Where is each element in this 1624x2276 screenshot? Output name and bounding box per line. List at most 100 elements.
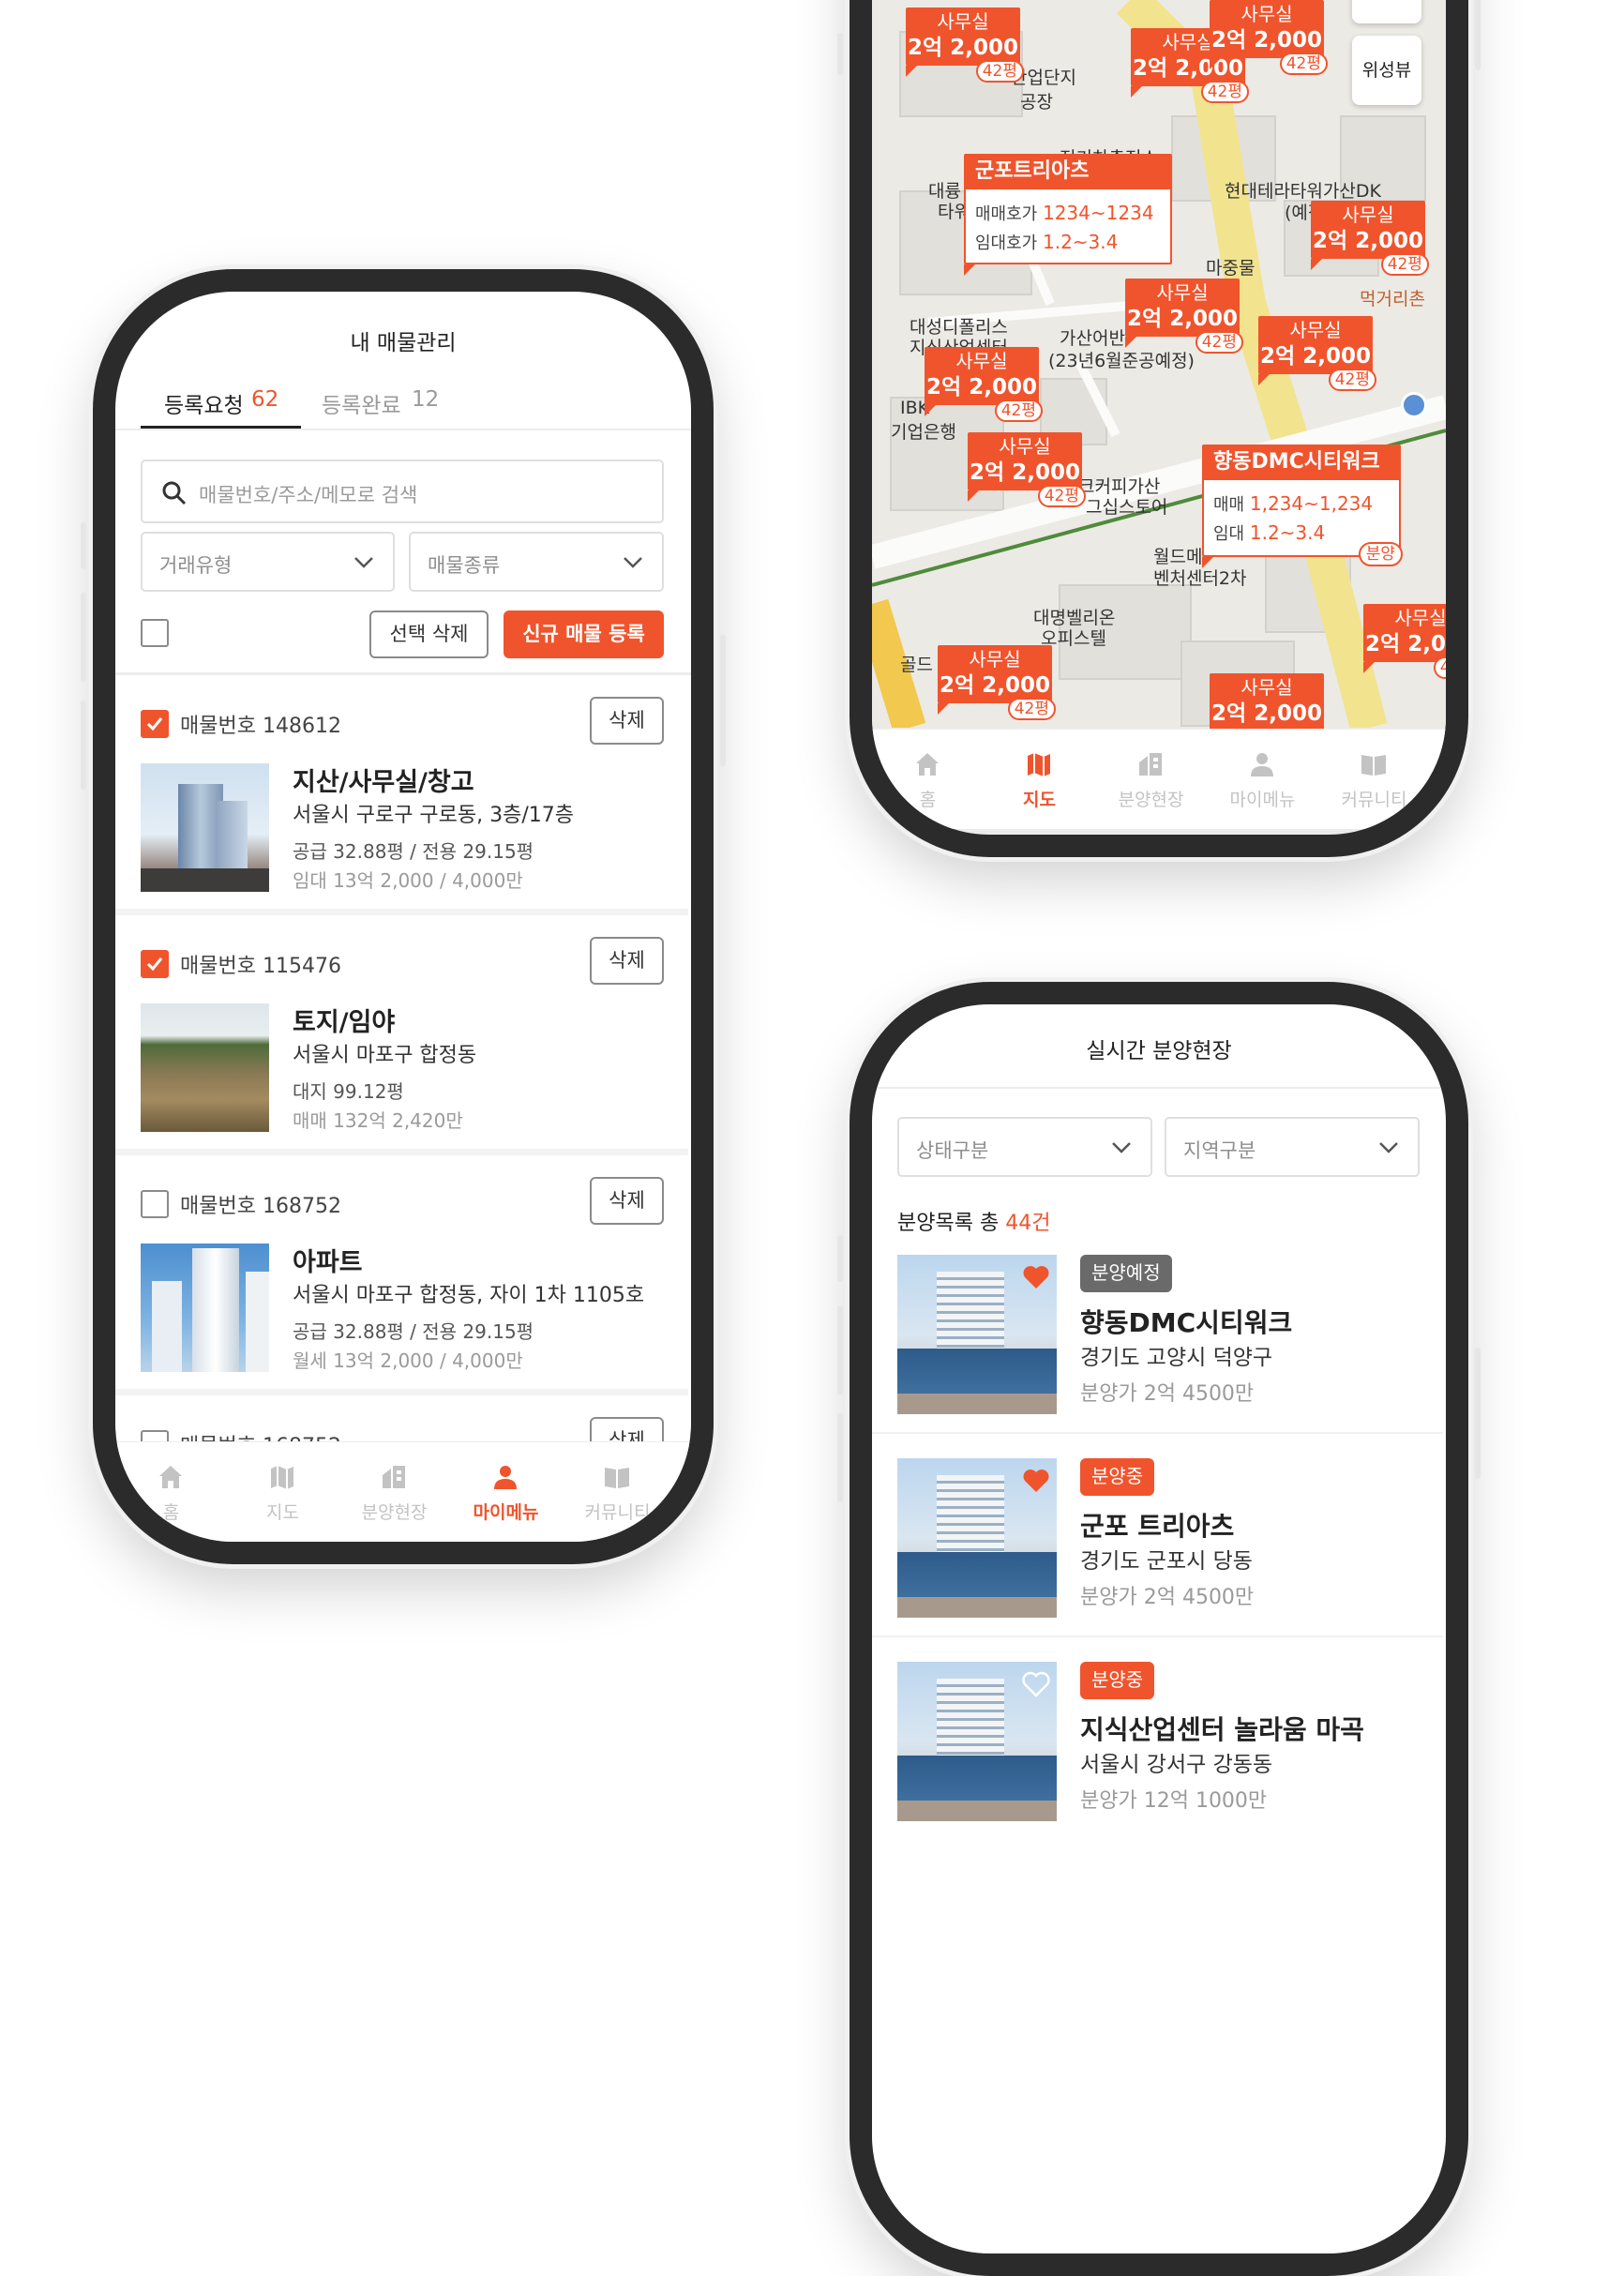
presale-item[interactable]: 분양중 지식산업센터 놀라움 마곡 서울시 강서구 강동동 분양가 12억 10… [872, 1638, 1443, 1841]
tab-map[interactable]: 지도 [227, 1442, 338, 1542]
price-pin[interactable]: 사무실2억 2,00042평 [1363, 604, 1446, 679]
tab-home[interactable]: 홈 [872, 730, 984, 830]
building-icon [383, 1466, 405, 1488]
deal-type-select[interactable]: 거래유형 [141, 532, 395, 592]
home-icon [916, 753, 939, 776]
pin-area: 42평 [1200, 81, 1249, 103]
listing-checkbox[interactable] [141, 710, 169, 738]
price-pin[interactable]: 사무실2억 2,00042평 [906, 8, 1024, 83]
status-badge: 분양중 [1080, 1662, 1155, 1699]
presale-name: 군포 트리아츠 [1080, 1511, 1235, 1542]
search-icon [162, 481, 187, 505]
book-icon [605, 1468, 629, 1488]
tab-label: 마이메뉴 [473, 1502, 539, 1523]
listing-address: 서울시 마포구 합정동 [293, 1044, 477, 1067]
status-badge: 분양중 [1080, 1458, 1155, 1496]
pin-area: 42평 [1037, 485, 1086, 507]
listing-item[interactable]: 매물번호 115476 삭제 토지/임야 서울시 마포구 합정동 대지 99.1… [115, 915, 688, 1155]
popup-title: 향동DMC시티워크 [1213, 450, 1380, 474]
phone-my-listings: 내 매물관리 등록요청 62 등록완료 12 매물번호/주소/메모로 검색 거래… [81, 269, 726, 1564]
heart-outline-icon[interactable] [1022, 1671, 1050, 1697]
tab-requested[interactable]: 등록요청 62 [141, 378, 301, 429]
pin-type: 사무실 [1394, 607, 1446, 629]
page-title: 내 매물관리 [350, 331, 457, 355]
tab-community[interactable]: 커뮤니티 [1318, 730, 1430, 830]
price-pin[interactable]: 사무실2억 2,00042평 [1125, 279, 1243, 354]
listing-item[interactable]: 매물번호 168752 삭제 아파트 서울시 마포구 합정동, 자이 1차 11… [115, 1155, 688, 1395]
tab-requested-label: 등록요청 [164, 394, 244, 418]
listing-item[interactable]: 매물번호 148612 삭제 지산/사무실/창고 서울시 구로구 구로동, 3층… [115, 675, 688, 915]
price-pin[interactable]: 사무실2억 2,00042평 [1311, 201, 1429, 276]
presale-item[interactable]: 분양예정 향동DMC시티워크 경기도 고양시 덕양구 분양가 2억 4500만 [872, 1231, 1443, 1434]
pin-area: 42평 [1195, 331, 1243, 354]
delete-button[interactable]: 삭제 [590, 697, 664, 745]
tab-community[interactable]: 커뮤니티 [562, 1442, 673, 1542]
satellite-view-button[interactable]: 위성뷰 [1352, 36, 1421, 105]
presale-badge: 분양 [1358, 542, 1403, 566]
pin-price: 2억 2,000 [1365, 632, 1446, 656]
pin-price: 2억 2,000 [926, 375, 1037, 399]
tab-completed[interactable]: 등록완료 12 [301, 378, 461, 429]
presale-item[interactable]: 분양중 군포 트리아츠 경기도 군포시 당동 분양가 2억 4500만 [872, 1435, 1443, 1637]
listing-area: 공급 32.88평 / 전용 29.15평 [293, 840, 534, 863]
listing-checkbox[interactable] [141, 1190, 169, 1218]
tab-map[interactable]: 지도 [984, 730, 1095, 830]
building-icon [1139, 753, 1162, 776]
delete-selected-button[interactable]: 선택 삭제 [369, 610, 489, 658]
heart-icon[interactable] [1022, 1264, 1050, 1290]
tab-mymenu[interactable]: 마이메뉴 [1207, 730, 1318, 830]
tab-presale[interactable]: 분양현장 [1095, 730, 1207, 830]
map-label: 골드 [900, 655, 933, 675]
property-type-select[interactable]: 매물종류 [409, 532, 664, 592]
region-select-label: 지역구분 [1183, 1139, 1256, 1162]
pin-price: 2억 2,000 [1211, 28, 1322, 53]
chevron-down-icon [1112, 1142, 1131, 1153]
satellite-view-label: 위성뷰 [1361, 60, 1412, 81]
map-icon [271, 1466, 293, 1489]
delete-button[interactable]: 삭제 [590, 1177, 664, 1225]
chevron-down-icon [624, 557, 642, 568]
listing-area: 대지 99.12평 [293, 1080, 404, 1103]
select-all-checkbox[interactable] [141, 619, 169, 647]
listing-checkbox[interactable] [141, 950, 169, 978]
search-input[interactable]: 매물번호/주소/메모로 검색 [141, 460, 664, 523]
new-listing-button[interactable]: 신규 매물 등록 [504, 610, 664, 658]
price-pin[interactable]: 사무실 2억 2,000 [1210, 673, 1324, 743]
pin-type: 사무실 [1342, 203, 1394, 226]
presale-price: 분양가 12억 1000만 [1080, 1789, 1268, 1813]
deal-type-label: 거래유형 [159, 554, 233, 577]
map-label: 그십스토어 [1086, 497, 1168, 518]
price-pin[interactable]: 사무실2억 2,00042평 [968, 432, 1086, 507]
map-control-button[interactable] [1352, 0, 1421, 23]
price-pin[interactable]: 사무실2억 2,00042평 [938, 645, 1056, 720]
listing-price: 임대 13억 2,000 / 4,000만 [293, 869, 523, 892]
delete-button[interactable]: 삭제 [590, 937, 664, 985]
price-pin[interactable]: 사무실2억 2,00042평 [1210, 0, 1328, 75]
pin-type: 사무실 [955, 350, 1008, 372]
pin-price: 2억 2,000 [1211, 701, 1322, 726]
tab-presale[interactable]: 분양현장 [338, 1442, 450, 1542]
status-select[interactable]: 상태구분 [897, 1117, 1152, 1177]
tab-home[interactable]: 홈 [115, 1442, 227, 1542]
heart-icon[interactable] [1022, 1468, 1050, 1494]
pin-type: 사무실 [999, 435, 1051, 458]
property-info-popup[interactable]: 향동DMC시티워크 매매 1,234~1,234 임대 1.2~3.4 분양 [1202, 445, 1403, 568]
map-label: 마중물 [1206, 258, 1256, 279]
listing-address: 서울시 구로구 구로동, 3층/17층 [293, 804, 575, 827]
price-pin[interactable]: 사무실2억 2,00042평 [1258, 316, 1376, 391]
price-pin[interactable]: 사무실2억 2,00042평 [925, 347, 1043, 422]
popup-title: 군포트리아츠 [975, 159, 1090, 183]
chevron-down-icon [354, 557, 373, 568]
pin-type: 사무실 [1289, 319, 1342, 341]
presale-name: 향동DMC시티워크 [1080, 1307, 1293, 1338]
pin-price: 2억 2,000 [940, 673, 1050, 698]
tab-mymenu[interactable]: 마이메뉴 [450, 1442, 562, 1542]
screen: 내 매물관리 등록요청 62 등록완료 12 매물번호/주소/메모로 검색 거래… [115, 292, 691, 1542]
bottom-tab-bar: 홈 지도 분양현장 마이메뉴 커뮤니티 [872, 729, 1446, 829]
check-icon [146, 957, 163, 972]
presale-address: 경기도 고양시 덕양구 [1080, 1346, 1273, 1370]
property-info-popup[interactable]: 군포트리아츠 매매호가 1234~1234 임대호가 1.2~3.4 [964, 154, 1172, 276]
popup-row-value: 1.2~3.4 [1042, 231, 1119, 253]
region-select[interactable]: 지역구분 [1165, 1117, 1420, 1177]
map-label: (23년6월준공예정) [1048, 351, 1195, 371]
